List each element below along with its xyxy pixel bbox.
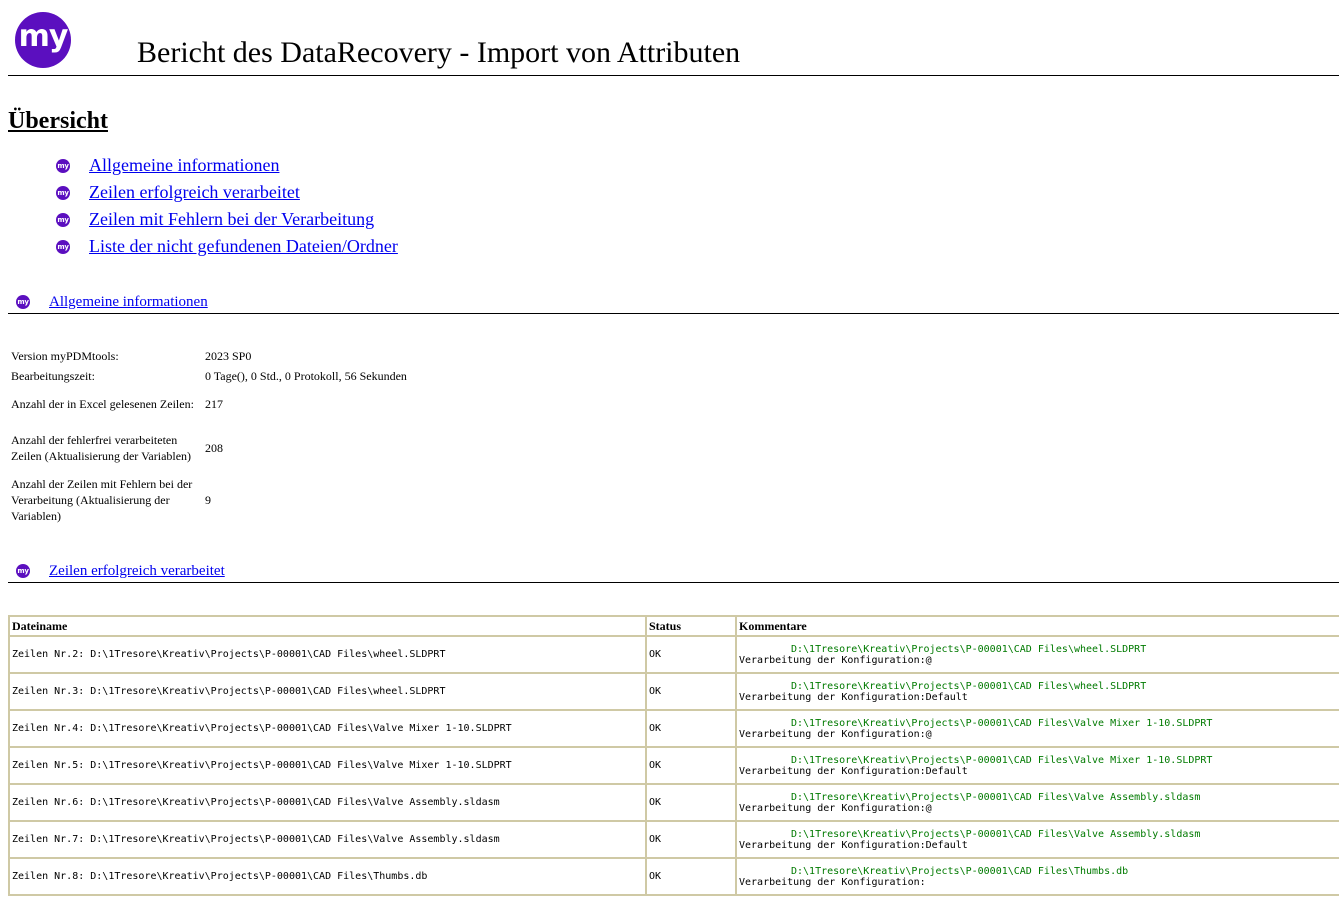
toc-item-success: my Zeilen erfolgreich verarbeitet: [56, 179, 398, 206]
table-row: Zeilen Nr.6: D:\1Tresore\Kreativ\Project…: [8, 783, 1339, 822]
cell-comments: D:\1Tresore\Kreativ\Projects\P-00001\CAD…: [735, 857, 1339, 896]
column-header-filename: Dateiname: [8, 615, 647, 637]
toc-link-notfound[interactable]: Liste der nicht gefundenen Dateien/Ordne…: [89, 236, 398, 257]
cell-status: OK: [645, 672, 737, 711]
section-success-divider: [8, 582, 1339, 583]
cell-filename: Zeilen Nr.7: D:\1Tresore\Kreativ\Project…: [8, 820, 647, 859]
comment-config: Verarbeitung der Konfiguration:: [739, 876, 926, 888]
cell-comments: D:\1Tresore\Kreativ\Projects\P-00001\CAD…: [735, 709, 1339, 748]
table-row: Zeilen Nr.7: D:\1Tresore\Kreativ\Project…: [8, 820, 1339, 859]
cell-status: OK: [645, 635, 737, 674]
comment-path: D:\1Tresore\Kreativ\Projects\P-00001\CAD…: [791, 828, 1201, 840]
toc-link-errors[interactable]: Zeilen mit Fehlern bei der Verarbeitung: [89, 209, 374, 230]
table-row: Zeilen Nr.2: D:\1Tresore\Kreativ\Project…: [8, 635, 1339, 674]
my-bullet-icon: my: [16, 564, 30, 578]
comment-config: Verarbeitung der Konfiguration:@: [739, 802, 932, 814]
info-label: Anzahl der in Excel gelesenen Zeilen:: [11, 397, 194, 411]
success-table: Dateiname Status Kommentare Zeilen Nr.2:…: [8, 615, 1339, 896]
cell-status: OK: [645, 746, 737, 785]
comment-config: Verarbeitung der Konfiguration:Default: [739, 839, 968, 851]
cell-filename: Zeilen Nr.3: D:\1Tresore\Kreativ\Project…: [8, 672, 647, 711]
info-row-read: Anzahl der in Excel gelesenen Zeilen: 217: [9, 386, 409, 422]
table-header-row: Dateiname Status Kommentare: [8, 615, 1339, 637]
cell-filename: Zeilen Nr.8: D:\1Tresore\Kreativ\Project…: [8, 857, 647, 896]
toc-item-errors: my Zeilen mit Fehlern bei der Verarbeitun…: [56, 206, 398, 233]
info-value: 208: [205, 441, 223, 455]
cell-comments: D:\1Tresore\Kreativ\Projects\P-00001\CAD…: [735, 635, 1339, 674]
my-bullet-icon: my: [56, 158, 70, 173]
info-row-duration: Bearbeitungszeit: 0 Tage(), 0 Std., 0 Pro…: [9, 366, 409, 386]
info-value: 9: [205, 493, 211, 507]
info-row-errors: Anzahl der Zeilen mit Fehlern bei der Ve…: [9, 474, 409, 526]
comment-config: Verarbeitung der Konfiguration:Default: [739, 691, 968, 703]
comment-path: D:\1Tresore\Kreativ\Projects\P-00001\CAD…: [791, 865, 1129, 877]
info-row-version: Version myPDMtools: 2023 SP0: [9, 346, 409, 366]
info-label: Bearbeitungszeit:: [11, 369, 95, 383]
page-title: Bericht des DataRecovery - Import von At…: [137, 36, 741, 69]
section-success-header: my Zeilen erfolgreich verarbeitet: [16, 561, 225, 581]
comment-config: Verarbeitung der Konfiguration:@: [739, 728, 932, 740]
column-header-status: Status: [645, 615, 737, 637]
cell-comments: D:\1Tresore\Kreativ\Projects\P-00001\CAD…: [735, 672, 1339, 711]
table-row: Zeilen Nr.3: D:\1Tresore\Kreativ\Project…: [8, 672, 1339, 711]
cell-filename: Zeilen Nr.6: D:\1Tresore\Kreativ\Project…: [8, 783, 647, 822]
my-bullet-icon: my: [56, 239, 70, 254]
toc-link-success[interactable]: Zeilen erfolgreich verarbeitet: [89, 182, 300, 203]
section-success-link[interactable]: Zeilen erfolgreich verarbeitet: [49, 563, 225, 580]
header-divider: [8, 75, 1339, 76]
cell-status: OK: [645, 857, 737, 896]
cell-filename: Zeilen Nr.4: D:\1Tresore\Kreativ\Project…: [8, 709, 647, 748]
general-info-table: Version myPDMtools: 2023 SP0 Bearbeitungs…: [9, 346, 409, 526]
section-general-header: my Allgemeine informationen: [16, 292, 208, 312]
my-bullet-icon: my: [56, 185, 70, 200]
cell-status: OK: [645, 820, 737, 859]
section-general-link[interactable]: Allgemeine informationen: [49, 294, 208, 311]
table-row: Zeilen Nr.4: D:\1Tresore\Kreativ\Project…: [8, 709, 1339, 748]
comment-path: D:\1Tresore\Kreativ\Projects\P-00001\CAD…: [791, 717, 1213, 729]
toc-item-notfound: my Liste der nicht gefundenen Dateien/Ord…: [56, 233, 398, 260]
my-logo-icon: my: [15, 12, 71, 68]
info-label: Anzahl der fehlerfrei verarbeiteten Zeil…: [11, 433, 192, 463]
info-label: Anzahl der Zeilen mit Fehlern bei der Ve…: [11, 477, 193, 523]
comment-path: D:\1Tresore\Kreativ\Projects\P-00001\CAD…: [791, 643, 1147, 655]
comment-path: D:\1Tresore\Kreativ\Projects\P-00001\CAD…: [791, 754, 1213, 766]
toc-link-general[interactable]: Allgemeine informationen: [89, 155, 279, 176]
cell-filename: Zeilen Nr.5: D:\1Tresore\Kreativ\Project…: [8, 746, 647, 785]
cell-comments: D:\1Tresore\Kreativ\Projects\P-00001\CAD…: [735, 820, 1339, 859]
cell-status: OK: [645, 709, 737, 748]
cell-comments: D:\1Tresore\Kreativ\Projects\P-00001\CAD…: [735, 783, 1339, 822]
comment-path: D:\1Tresore\Kreativ\Projects\P-00001\CAD…: [791, 791, 1201, 803]
comment-config: Verarbeitung der Konfiguration:@: [739, 654, 932, 666]
my-bullet-icon: my: [16, 295, 30, 309]
column-header-comments: Kommentare: [735, 615, 1339, 637]
toc-item-general: my Allgemeine informationen: [56, 152, 398, 179]
info-row-ok: Anzahl der fehlerfrei verarbeiteten Zeil…: [9, 422, 409, 474]
cell-comments: D:\1Tresore\Kreativ\Projects\P-00001\CAD…: [735, 746, 1339, 785]
my-bullet-icon: my: [56, 212, 70, 227]
comment-path: D:\1Tresore\Kreativ\Projects\P-00001\CAD…: [791, 680, 1147, 692]
comment-config: Verarbeitung der Konfiguration:Default: [739, 765, 968, 777]
cell-filename: Zeilen Nr.2: D:\1Tresore\Kreativ\Project…: [8, 635, 647, 674]
overview-heading: Übersicht: [8, 108, 108, 134]
info-value: 217: [205, 397, 223, 411]
cell-status: OK: [645, 783, 737, 822]
info-value: 2023 SP0: [205, 349, 252, 363]
table-row: Zeilen Nr.8: D:\1Tresore\Kreativ\Project…: [8, 857, 1339, 896]
overview-toc: my Allgemeine informationen my Zeilen erfo…: [56, 152, 398, 260]
table-row: Zeilen Nr.5: D:\1Tresore\Kreativ\Project…: [8, 746, 1339, 785]
info-label: Version myPDMtools:: [11, 349, 119, 363]
info-value: 0 Tage(), 0 Std., 0 Protokoll, 56 Sekund…: [205, 369, 407, 383]
section-general-divider: [8, 313, 1339, 314]
